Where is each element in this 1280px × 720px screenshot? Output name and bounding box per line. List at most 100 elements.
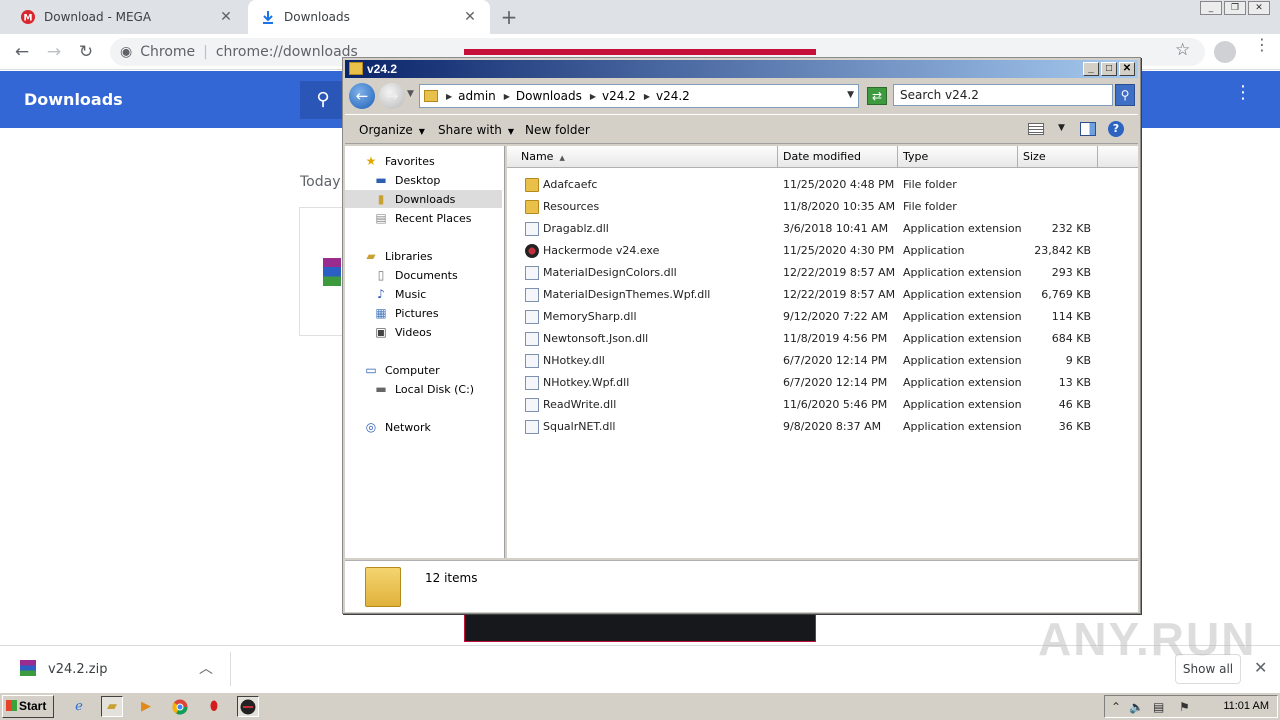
search-input[interactable]: Search v24.2 xyxy=(893,84,1113,106)
internet-explorer-icon[interactable]: ℯ xyxy=(68,696,90,717)
restore-icon[interactable]: ❐ xyxy=(1224,1,1246,15)
more-options-icon[interactable]: ⋮ xyxy=(1234,84,1252,102)
nav-music[interactable]: ♪ Music xyxy=(373,285,426,303)
nav-videos[interactable]: ▣ Videos xyxy=(373,323,431,341)
table-row[interactable]: MaterialDesignColors.dll 12/22/2019 8:57 … xyxy=(507,262,1138,284)
preview-pane-icon[interactable] xyxy=(1080,122,1096,136)
column-header-name[interactable]: Name ▲ xyxy=(507,146,778,168)
nav-libraries[interactable]: ▰ Libraries xyxy=(363,247,432,265)
table-row[interactable]: NHotkey.dll 6/7/2020 12:14 PM Application … xyxy=(507,350,1138,372)
table-row[interactable]: Resources 11/8/2020 10:35 AM File folder xyxy=(507,196,1138,218)
volume-icon[interactable]: 🔈 xyxy=(1129,700,1144,714)
table-row[interactable]: Adafcaefc 11/25/2020 4:48 PM File folder xyxy=(507,174,1138,196)
explorer-taskbar-icon[interactable]: ▰ xyxy=(101,696,123,717)
back-icon[interactable]: ← xyxy=(349,83,375,109)
nav-documents[interactable]: ▯ Documents xyxy=(373,266,458,284)
nav-local-disk[interactable]: ▬ Local Disk (C:) xyxy=(373,380,474,398)
nav-favorites[interactable]: ★ Favorites xyxy=(363,152,435,170)
chevron-up-icon[interactable]: ⌃ xyxy=(1111,700,1121,714)
breadcrumb-item[interactable]: ▶ Downloads xyxy=(504,89,582,103)
table-row[interactable]: MaterialDesignThemes.Wpf.dll 12/22/2019 8… xyxy=(507,284,1138,306)
file-type: Application extension xyxy=(903,332,1022,345)
help-icon[interactable]: ? xyxy=(1108,121,1124,137)
table-row[interactable]: Hackermode v24.exe 11/25/2020 4:30 PM Appl… xyxy=(507,240,1138,262)
start-label: Start xyxy=(19,699,47,713)
folder-icon xyxy=(525,200,539,214)
file-size: 13 KB xyxy=(1058,376,1091,389)
organize-button[interactable]: Organize ▼ xyxy=(359,123,425,137)
nav-label: Recent Places xyxy=(395,211,472,225)
table-row[interactable]: ReadWrite.dll 11/6/2020 5:46 PM Applicatio… xyxy=(507,394,1138,416)
chevron-down-icon[interactable]: ▼ xyxy=(847,90,854,100)
minimize-icon[interactable]: _ xyxy=(1083,62,1099,76)
breadcrumb-item[interactable]: ▶ admin xyxy=(446,89,496,103)
chevron-down-icon[interactable]: ▼ xyxy=(407,89,414,99)
column-header-date[interactable]: Date modified xyxy=(778,146,898,168)
close-tab-icon[interactable]: ✕ xyxy=(218,9,234,25)
new-folder-button[interactable]: New folder xyxy=(525,123,590,137)
file-type: File folder xyxy=(903,200,957,213)
table-row[interactable]: NHotkey.Wpf.dll 6/7/2020 12:14 PM Applicat… xyxy=(507,372,1138,394)
folder-icon xyxy=(349,62,363,75)
flag-icon[interactable]: ⚑ xyxy=(1179,700,1190,714)
new-tab-button[interactable]: + xyxy=(498,6,520,28)
item-count: 12 items xyxy=(425,571,478,585)
breadcrumb-item[interactable]: ▶ v24.2 xyxy=(644,89,690,103)
chevron-up-icon[interactable]: ︿ xyxy=(199,658,213,678)
dll-file-icon xyxy=(525,266,539,280)
nav-desktop[interactable]: ▬ Desktop xyxy=(373,171,440,189)
close-icon[interactable]: ✕ xyxy=(1119,62,1135,76)
download-filename[interactable]: v24.2.zip xyxy=(48,662,107,677)
nav-pictures[interactable]: ▦ Pictures xyxy=(373,304,438,322)
table-row[interactable]: SqualrNET.dll 9/8/2020 8:37 AM Application… xyxy=(507,416,1138,438)
back-icon[interactable]: ← xyxy=(10,40,34,64)
nav-label: Music xyxy=(395,287,427,301)
table-row[interactable]: Dragablz.dll 3/6/2018 10:41 AM Application… xyxy=(507,218,1138,240)
forward-icon[interactable]: → xyxy=(379,83,405,109)
nav-downloads[interactable]: ▮ Downloads xyxy=(345,190,502,208)
chrome-icon[interactable] xyxy=(169,696,191,717)
chevron-right-icon: ▶ xyxy=(589,91,596,101)
close-tab-icon[interactable]: ✕ xyxy=(462,9,478,25)
search-icon[interactable]: ⚲ xyxy=(300,81,346,119)
chevron-down-icon[interactable]: ▼ xyxy=(1058,123,1065,133)
forward-icon[interactable]: → xyxy=(42,40,66,64)
view-options-icon[interactable] xyxy=(1028,123,1044,135)
file-date-modified: 3/6/2018 10:41 AM xyxy=(783,222,889,235)
window-titlebar[interactable]: v24.2 _ □ ✕ xyxy=(345,60,1138,78)
breadcrumb[interactable]: ▶ admin ▶ Downloads ▶ v24.2 ▶ v24.2 ▼ xyxy=(419,84,859,108)
tab-title: Download - MEGA xyxy=(44,10,152,24)
watermark: ANY.RUN xyxy=(1038,613,1257,665)
nav-network[interactable]: ◎ Network xyxy=(363,418,431,436)
maximize-icon[interactable]: □ xyxy=(1101,62,1117,76)
start-button[interactable]: Start xyxy=(2,695,54,718)
opera-icon[interactable]: ⬮ xyxy=(203,696,225,717)
nav-computer[interactable]: ▭ Computer xyxy=(363,361,439,379)
breadcrumb-label: v24.2 xyxy=(655,89,690,103)
command-bar: Organize ▼ Share with ▼ New folder ▼ ? xyxy=(345,114,1138,144)
tab-downloads[interactable]: Downloads ✕ xyxy=(248,0,490,34)
column-header-type[interactable]: Type xyxy=(898,146,1018,168)
share-with-button[interactable]: Share with ▼ xyxy=(438,123,514,137)
hackermode-taskbar-icon[interactable] xyxy=(237,696,259,717)
windows-logo-icon xyxy=(6,700,17,711)
bookmark-star-icon[interactable]: ☆ xyxy=(1175,40,1190,60)
table-row[interactable]: MemorySharp.dll 9/12/2020 7:22 AM Applicat… xyxy=(507,306,1138,328)
breadcrumb-item[interactable]: ▶ v24.2 xyxy=(590,89,636,103)
column-header-size[interactable]: Size xyxy=(1018,146,1098,168)
reload-icon[interactable]: ↻ xyxy=(74,40,98,64)
tab-mega[interactable]: M Download - MEGA ✕ xyxy=(8,0,246,34)
table-row[interactable]: Newtonsoft.Json.dll 11/8/2019 4:56 PM Appl… xyxy=(507,328,1138,350)
close-icon[interactable]: ✕ xyxy=(1248,1,1270,15)
refresh-icon[interactable]: ⇄ xyxy=(867,87,887,105)
profile-avatar[interactable] xyxy=(1214,41,1236,63)
media-player-icon[interactable]: ▶ xyxy=(135,696,157,717)
minimize-icon[interactable]: _ xyxy=(1200,1,1222,15)
search-icon[interactable]: ⚲ xyxy=(1115,84,1135,106)
network-tray-icon[interactable]: ▤ xyxy=(1153,700,1164,714)
nav-recent-places[interactable]: ▤ Recent Places xyxy=(373,209,472,227)
file-type: File folder xyxy=(903,178,957,191)
file-size: 46 KB xyxy=(1058,398,1091,411)
chrome-menu-icon[interactable]: ⋮ xyxy=(1254,37,1270,53)
documents-icon: ▯ xyxy=(377,268,385,282)
